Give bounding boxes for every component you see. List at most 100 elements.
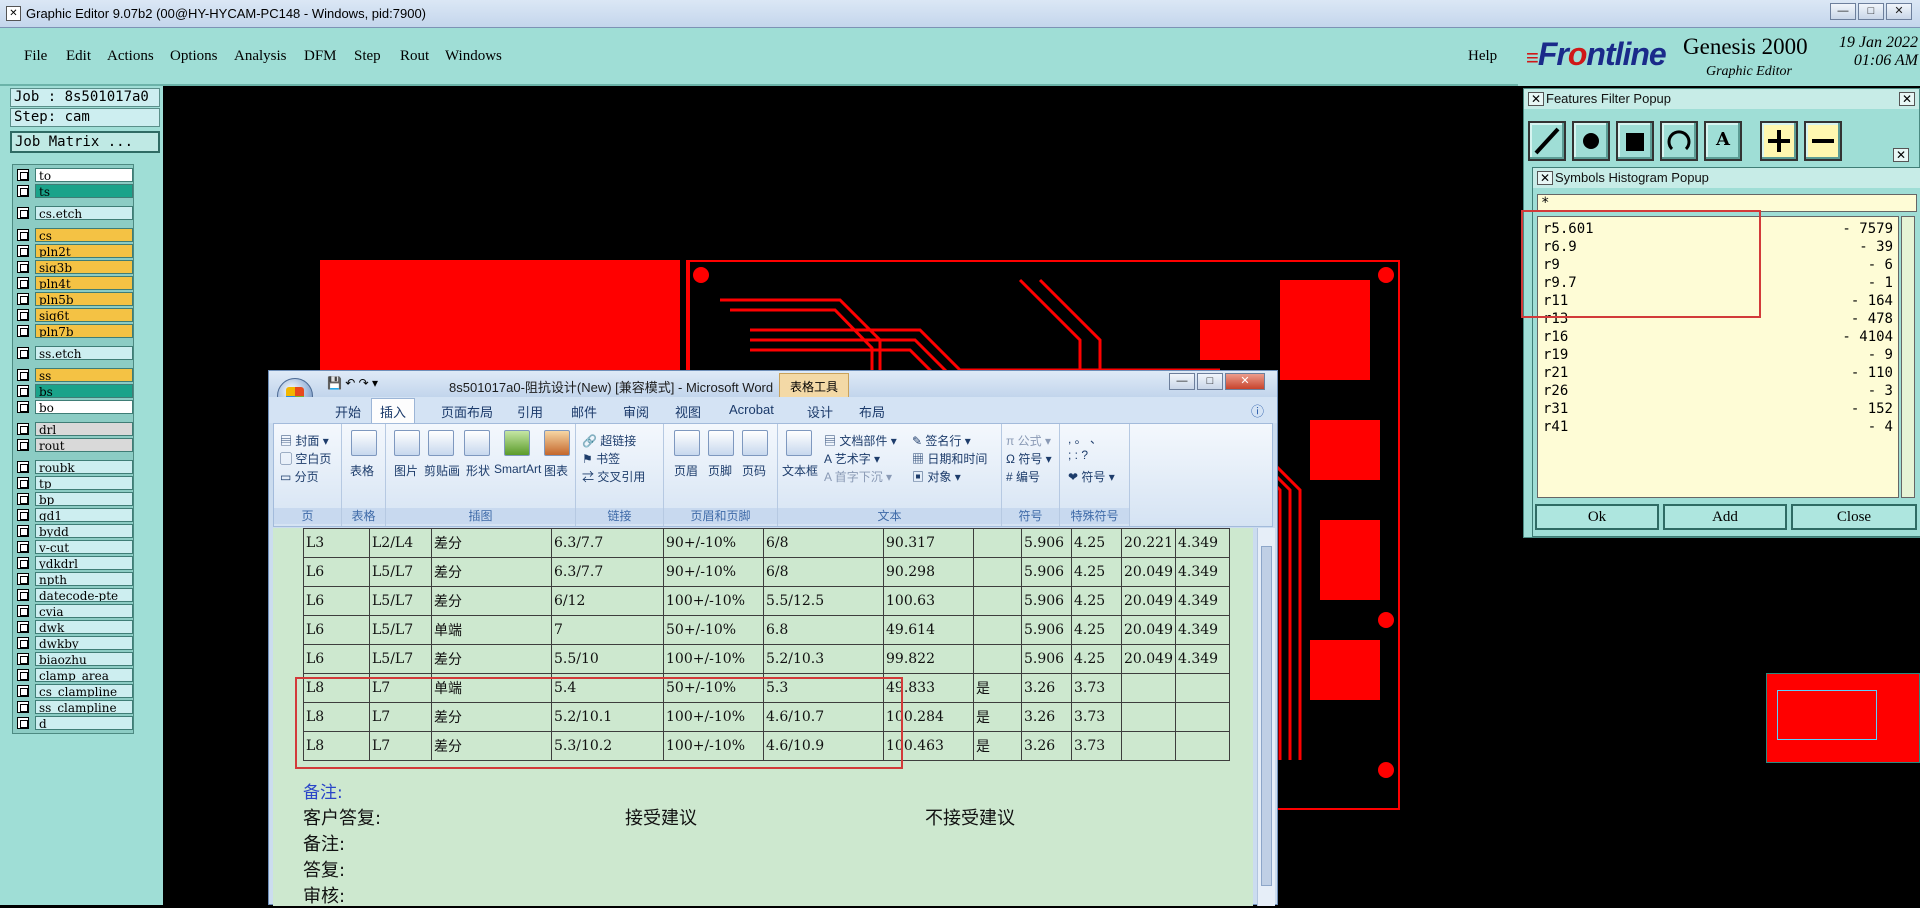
table-cell[interactable]: 6/12 bbox=[551, 586, 664, 616]
table-cell[interactable]: 5.906 bbox=[1021, 528, 1072, 558]
layer-checkbox[interactable] bbox=[17, 309, 29, 321]
word-minimize-button[interactable]: — bbox=[1169, 373, 1195, 390]
table-cell[interactable]: 7 bbox=[551, 615, 664, 645]
negative-filter-button[interactable] bbox=[1804, 121, 1842, 161]
page-number-button[interactable]: 页码 bbox=[742, 462, 766, 479]
menu-actions[interactable]: Actions bbox=[107, 48, 154, 65]
histogram-row[interactable]: r41 - 4 bbox=[1543, 419, 1893, 437]
zoom-thumbnail[interactable] bbox=[1766, 673, 1920, 763]
layer-name[interactable]: bydd bbox=[35, 524, 133, 538]
table-cell[interactable]: 5.906 bbox=[1021, 615, 1072, 645]
blank-page-button[interactable]: ▢ 空白页 bbox=[280, 450, 331, 467]
menu-windows[interactable]: Windows bbox=[445, 48, 502, 65]
table-cell[interactable]: 是 bbox=[973, 731, 1022, 761]
table-cell[interactable]: 100.63 bbox=[883, 586, 974, 616]
layer-row[interactable]: cs bbox=[17, 228, 133, 242]
layer-row[interactable]: tp bbox=[17, 476, 133, 490]
table-cell[interactable] bbox=[1175, 702, 1230, 732]
histogram-row[interactable]: r21 - 110 bbox=[1543, 365, 1893, 383]
table-cell[interactable]: 99.822 bbox=[883, 644, 974, 674]
table-cell[interactable]: 6.3/7.7 bbox=[551, 528, 664, 558]
table-cell[interactable]: L5/L7 bbox=[369, 615, 432, 645]
date-time-button[interactable]: ▦ 日期和时间 bbox=[912, 450, 987, 467]
layer-row[interactable]: to bbox=[17, 168, 133, 182]
table-cell[interactable]: 5.906 bbox=[1021, 557, 1072, 587]
numbering-button[interactable]: # 编号 bbox=[1006, 468, 1040, 485]
signature-line-button[interactable]: ✎ 签名行 ▾ bbox=[912, 432, 971, 449]
table-cell[interactable]: 4.349 bbox=[1175, 557, 1230, 587]
layer-row[interactable]: v-cut bbox=[17, 540, 133, 554]
tab-mailings[interactable]: 邮件 bbox=[571, 402, 597, 421]
layer-checkbox[interactable] bbox=[17, 717, 29, 729]
layer-row[interactable]: npth bbox=[17, 572, 133, 586]
layer-name[interactable]: v-cut bbox=[35, 540, 133, 554]
layer-row[interactable]: bydd bbox=[17, 524, 133, 538]
menu-help[interactable]: Help bbox=[1468, 48, 1497, 65]
quick-parts-button[interactable]: ▤ 文档部件 ▾ bbox=[824, 432, 897, 449]
layer-row[interactable]: clamp_area bbox=[17, 668, 133, 682]
table-cell[interactable]: 差分 bbox=[431, 528, 552, 558]
table-cell[interactable]: 3.73 bbox=[1071, 702, 1122, 732]
layer-name[interactable]: cvia bbox=[35, 604, 133, 618]
table-cell[interactable]: 20.221 bbox=[1121, 528, 1176, 558]
layer-checkbox[interactable] bbox=[17, 605, 29, 617]
scroll-thumb[interactable] bbox=[1261, 546, 1272, 886]
layer-row[interactable]: pln7b bbox=[17, 324, 133, 338]
word-close-button[interactable]: ✕ bbox=[1225, 373, 1265, 390]
layer-row[interactable]: drl bbox=[17, 422, 133, 436]
layer-checkbox[interactable] bbox=[17, 369, 29, 381]
surface-filter-button[interactable] bbox=[1616, 121, 1654, 161]
layer-checkbox[interactable] bbox=[17, 493, 29, 505]
menu-dfm[interactable]: DFM bbox=[304, 48, 337, 65]
table-cell[interactable] bbox=[1121, 731, 1176, 761]
tab-acrobat[interactable]: Acrobat bbox=[729, 402, 774, 417]
table-cell[interactable]: L6 bbox=[303, 615, 370, 645]
table-cell[interactable]: 90+/-10% bbox=[663, 528, 764, 558]
layer-row[interactable]: cs.etch bbox=[17, 206, 133, 220]
layer-checkbox[interactable] bbox=[17, 557, 29, 569]
table-cell[interactable]: 3.73 bbox=[1071, 673, 1122, 703]
word-maximize-button[interactable]: □ bbox=[1197, 373, 1223, 390]
layer-name[interactable]: npth bbox=[35, 572, 133, 586]
table-cell[interactable]: L3 bbox=[303, 528, 370, 558]
table-cell[interactable]: 单端 bbox=[431, 615, 552, 645]
table-cell[interactable]: 20.049 bbox=[1121, 586, 1176, 616]
equation-button[interactable]: π 公式 ▾ bbox=[1006, 432, 1051, 449]
layer-checkbox[interactable] bbox=[17, 653, 29, 665]
table-cell[interactable]: 5.5/12.5 bbox=[763, 586, 884, 616]
special-symbol-button[interactable]: ❤ 符号 ▾ bbox=[1068, 468, 1115, 485]
table-cell[interactable]: 50+/-10% bbox=[663, 615, 764, 645]
close-button[interactable]: ✕ bbox=[1886, 3, 1912, 20]
layer-checkbox[interactable] bbox=[17, 637, 29, 649]
features-filter-close-button[interactable]: ✕ bbox=[1899, 92, 1915, 106]
table-cell[interactable]: 4.25 bbox=[1071, 528, 1122, 558]
table-cell[interactable]: 4.25 bbox=[1071, 557, 1122, 587]
layer-row[interactable]: pln4t bbox=[17, 276, 133, 290]
table-cell[interactable]: 3.26 bbox=[1021, 673, 1072, 703]
table-cell[interactable]: 4.349 bbox=[1175, 586, 1230, 616]
layer-name[interactable]: cs bbox=[35, 228, 133, 242]
table-cell[interactable]: 3.26 bbox=[1021, 731, 1072, 761]
tab-design[interactable]: 设计 bbox=[807, 402, 833, 421]
layer-row[interactable]: datecode-pte bbox=[17, 588, 133, 602]
wordart-button[interactable]: A 艺术字 ▾ bbox=[824, 450, 880, 467]
histogram-add-button[interactable]: Add bbox=[1663, 504, 1787, 530]
layer-row[interactable]: gd1 bbox=[17, 508, 133, 522]
layer-name[interactable]: cs_clampline bbox=[35, 684, 133, 698]
layer-checkbox[interactable] bbox=[17, 169, 29, 181]
bookmark-button[interactable]: ⚑ 书签 bbox=[582, 450, 620, 467]
layer-row[interactable]: rout bbox=[17, 438, 133, 452]
layer-checkbox[interactable] bbox=[17, 477, 29, 489]
table-cell[interactable]: 20.049 bbox=[1121, 615, 1176, 645]
layer-checkbox[interactable] bbox=[17, 347, 29, 359]
vertical-scrollbar[interactable] bbox=[1257, 528, 1275, 906]
table-cell[interactable]: L6 bbox=[303, 586, 370, 616]
table-cell[interactable]: 5.2/10.3 bbox=[763, 644, 884, 674]
cover-page-button[interactable]: ▤ 封面 ▾ bbox=[280, 432, 329, 449]
hyperlink-button[interactable]: 🔗 超链接 bbox=[582, 432, 636, 449]
drop-cap-button[interactable]: A 首字下沉 ▾ bbox=[824, 468, 892, 485]
table-cell[interactable] bbox=[973, 557, 1022, 587]
histogram-row[interactable]: r16 - 4104 bbox=[1543, 329, 1893, 347]
table-cell[interactable]: L5/L7 bbox=[369, 586, 432, 616]
layer-checkbox[interactable] bbox=[17, 509, 29, 521]
